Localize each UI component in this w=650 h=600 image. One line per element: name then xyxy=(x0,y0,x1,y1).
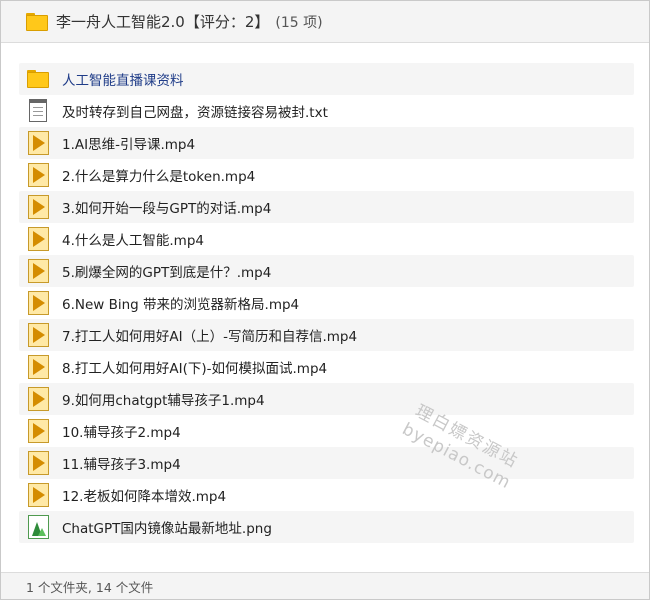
file-name: 8.打工人如何用好AI(下)-如何模拟面试.mp4 xyxy=(62,361,328,377)
status-bar: 1 个文件夹, 14 个文件 xyxy=(1,572,649,599)
file-item[interactable]: 11.辅导孩子3.mp4 xyxy=(19,447,634,479)
folder-title: 李一舟人工智能2.0【评分：2】 xyxy=(56,13,270,31)
folder-item[interactable]: 人工智能直播课资料 xyxy=(19,63,634,95)
file-name: 4.什么是人工智能.mp4 xyxy=(62,233,204,249)
video-file-icon xyxy=(25,386,51,412)
file-list: 人工智能直播课资料及时转存到自己网盘，资源链接容易被封.txt 1.AI思维-引导… xyxy=(19,63,634,543)
video-file-icon xyxy=(25,162,51,188)
file-item[interactable]: 6.New Bing 带来的浏览器新格局.mp4 xyxy=(19,287,634,319)
file-item[interactable]: 及时转存到自己网盘，资源链接容易被封.txt xyxy=(19,95,634,127)
file-name: 2.什么是算力什么是token.mp4 xyxy=(62,169,256,185)
file-name: 11.辅导孩子3.mp4 xyxy=(62,457,181,473)
video-file-icon xyxy=(25,226,51,252)
file-name: 及时转存到自己网盘，资源链接容易被封.txt xyxy=(62,105,328,121)
file-name: ChatGPT国内镜像站最新地址.png xyxy=(62,521,272,537)
file-item[interactable]: 10.辅导孩子2.mp4 xyxy=(19,415,634,447)
image-file-icon xyxy=(25,514,51,540)
file-item[interactable]: 2.什么是算力什么是token.mp4 xyxy=(19,159,634,191)
video-file-icon xyxy=(25,258,51,284)
file-name: 10.辅导孩子2.mp4 xyxy=(62,425,181,441)
video-file-icon xyxy=(25,322,51,348)
file-name: 5.刷爆全网的GPT到底是什？.mp4 xyxy=(62,265,272,281)
file-name: 6.New Bing 带来的浏览器新格局.mp4 xyxy=(62,297,300,313)
file-item[interactable]: 12.老板如何降本增效.mp4 xyxy=(19,479,634,511)
file-item[interactable]: 4.什么是人工智能.mp4 xyxy=(19,223,634,255)
file-name: 3.如何开始一段与GPT的对话.mp4 xyxy=(62,201,272,217)
video-file-icon xyxy=(25,194,51,220)
file-name: 人工智能直播课资料 xyxy=(62,73,184,89)
file-item[interactable]: 1.AI思维-引导课.mp4 xyxy=(19,127,634,159)
text-file-icon xyxy=(25,98,51,124)
file-item[interactable]: 8.打工人如何用好AI(下)-如何模拟面试.mp4 xyxy=(19,351,634,383)
video-file-icon xyxy=(25,450,51,476)
file-name: 1.AI思维-引导课.mp4 xyxy=(62,137,196,153)
file-summary: 1 个文件夹, 14 个文件 xyxy=(26,579,154,595)
folder-icon xyxy=(25,66,51,92)
file-item[interactable]: 9.如何用chatgpt辅导孩子1.mp4 xyxy=(19,383,634,415)
file-name: 7.打工人如何用好AI（上）-写简历和自荐信.mp4 xyxy=(62,329,358,345)
listing-header: 李一舟人工智能2.0【评分：2】 (15 项) xyxy=(1,1,649,43)
video-file-icon xyxy=(25,482,51,508)
item-count: (15 项) xyxy=(275,14,323,31)
video-file-icon xyxy=(25,130,51,156)
file-name: 12.老板如何降本增效.mp4 xyxy=(62,489,227,505)
video-file-icon xyxy=(25,354,51,380)
file-item[interactable]: 3.如何开始一段与GPT的对话.mp4 xyxy=(19,191,634,223)
file-item[interactable]: 5.刷爆全网的GPT到底是什？.mp4 xyxy=(19,255,634,287)
file-item[interactable]: 7.打工人如何用好AI（上）-写简历和自荐信.mp4 xyxy=(19,319,634,351)
video-file-icon xyxy=(25,290,51,316)
file-name: 9.如何用chatgpt辅导孩子1.mp4 xyxy=(62,393,265,409)
video-file-icon xyxy=(25,418,51,444)
file-listing-window: 李一舟人工智能2.0【评分：2】 (15 项) 人工智能直播课资料及时转存到自己… xyxy=(0,0,650,600)
file-item[interactable]: ChatGPT国内镜像站最新地址.png xyxy=(19,511,634,543)
folder-icon xyxy=(26,12,48,31)
